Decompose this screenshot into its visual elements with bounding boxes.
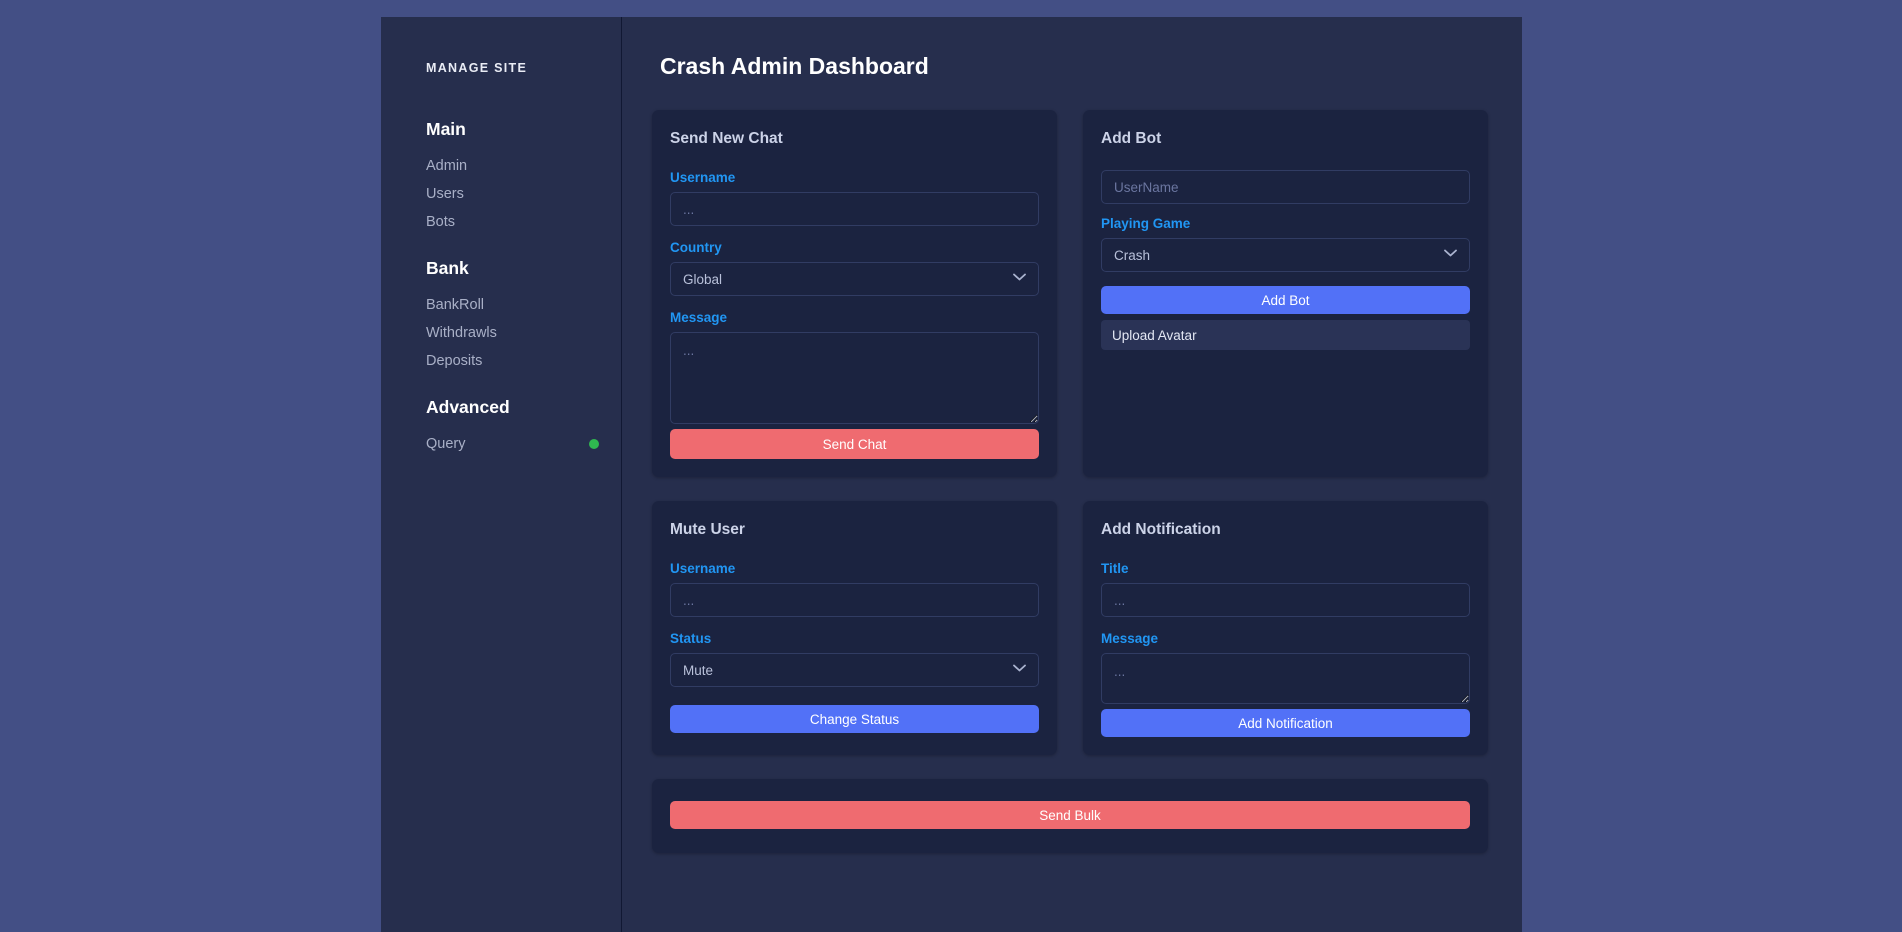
card-title: Add Notification (1101, 521, 1470, 539)
card-title: Mute User (670, 521, 1039, 539)
sidebar-item-label: Admin (426, 158, 467, 174)
card-send-bulk: Send Bulk (652, 779, 1488, 853)
page-title: Crash Admin Dashboard (660, 53, 1488, 80)
mute-user-status-wrap: Mute (670, 653, 1039, 701)
sidebar-group-main: Main Admin Users Bots (381, 119, 621, 236)
sidebar-item-label: Query (426, 436, 466, 452)
cards-grid: Send New Chat Username Country Global Me… (652, 110, 1488, 853)
notification-title-input[interactable] (1101, 583, 1470, 617)
sidebar-item-bankroll[interactable]: BankRoll (381, 291, 621, 319)
sidebar-item-users[interactable]: Users (381, 180, 621, 208)
sidebar-item-label: Users (426, 186, 464, 202)
sidebar-item-admin[interactable]: Admin (381, 152, 621, 180)
send-chat-button[interactable]: Send Chat (670, 429, 1039, 459)
send-chat-country-select[interactable]: Global (670, 262, 1039, 296)
add-bot-username-input[interactable] (1101, 170, 1470, 204)
mute-user-username-input[interactable] (670, 583, 1039, 617)
notification-title-label: Title (1101, 561, 1470, 576)
change-status-button[interactable]: Change Status (670, 705, 1039, 733)
sidebar-item-label: Withdrawls (426, 325, 497, 341)
send-chat-message-textarea[interactable] (670, 332, 1039, 424)
card-mute-user: Mute User Username Status Mute Change St… (652, 501, 1057, 755)
notification-message-label: Message (1101, 631, 1470, 646)
upload-avatar-button[interactable]: Upload Avatar (1101, 320, 1470, 350)
mute-user-status-select[interactable]: Mute (670, 653, 1039, 687)
sidebar-item-withdrawls[interactable]: Withdrawls (381, 319, 621, 347)
send-chat-country-wrap: Global (670, 262, 1039, 310)
sidebar-item-query[interactable]: Query (381, 430, 621, 458)
send-chat-message-label: Message (670, 310, 1039, 325)
send-chat-country-label: Country (670, 240, 1039, 255)
add-bot-button[interactable]: Add Bot (1101, 286, 1470, 314)
card-add-notification: Add Notification Title Message Add Notif… (1083, 501, 1488, 755)
card-add-bot: Add Bot Playing Game Crash Add Bot Uploa… (1083, 110, 1488, 477)
sidebar-group-title-advanced: Advanced (381, 397, 621, 418)
sidebar-group-bank: Bank BankRoll Withdrawls Deposits (381, 258, 621, 375)
mute-user-username-label: Username (670, 561, 1039, 576)
sidebar-group-title-bank: Bank (381, 258, 621, 279)
sidebar-item-label: Bots (426, 214, 455, 230)
add-bot-game-label: Playing Game (1101, 216, 1470, 231)
mute-user-status-label: Status (670, 631, 1039, 646)
add-notification-button[interactable]: Add Notification (1101, 709, 1470, 737)
sidebar: MANAGE SITE Main Admin Users Bots Bank B… (381, 17, 622, 932)
status-online-dot-icon (589, 439, 599, 449)
sidebar-item-bots[interactable]: Bots (381, 208, 621, 236)
card-title: Add Bot (1101, 130, 1470, 148)
add-bot-game-select[interactable]: Crash (1101, 238, 1470, 272)
send-bulk-button[interactable]: Send Bulk (670, 801, 1470, 829)
admin-app-window: MANAGE SITE Main Admin Users Bots Bank B… (381, 17, 1522, 932)
sidebar-item-deposits[interactable]: Deposits (381, 347, 621, 375)
card-send-new-chat: Send New Chat Username Country Global Me… (652, 110, 1057, 477)
sidebar-item-label: Deposits (426, 353, 482, 369)
notification-message-textarea[interactable] (1101, 653, 1470, 704)
add-bot-game-wrap: Crash (1101, 238, 1470, 286)
card-title: Send New Chat (670, 130, 1039, 148)
sidebar-group-advanced: Advanced Query (381, 397, 621, 458)
main-content: Crash Admin Dashboard Send New Chat User… (622, 17, 1522, 932)
sidebar-group-title-main: Main (381, 119, 621, 140)
sidebar-item-label: BankRoll (426, 297, 484, 313)
send-chat-username-label: Username (670, 170, 1039, 185)
send-chat-username-input[interactable] (670, 192, 1039, 226)
sidebar-brand: MANAGE SITE (381, 61, 621, 75)
